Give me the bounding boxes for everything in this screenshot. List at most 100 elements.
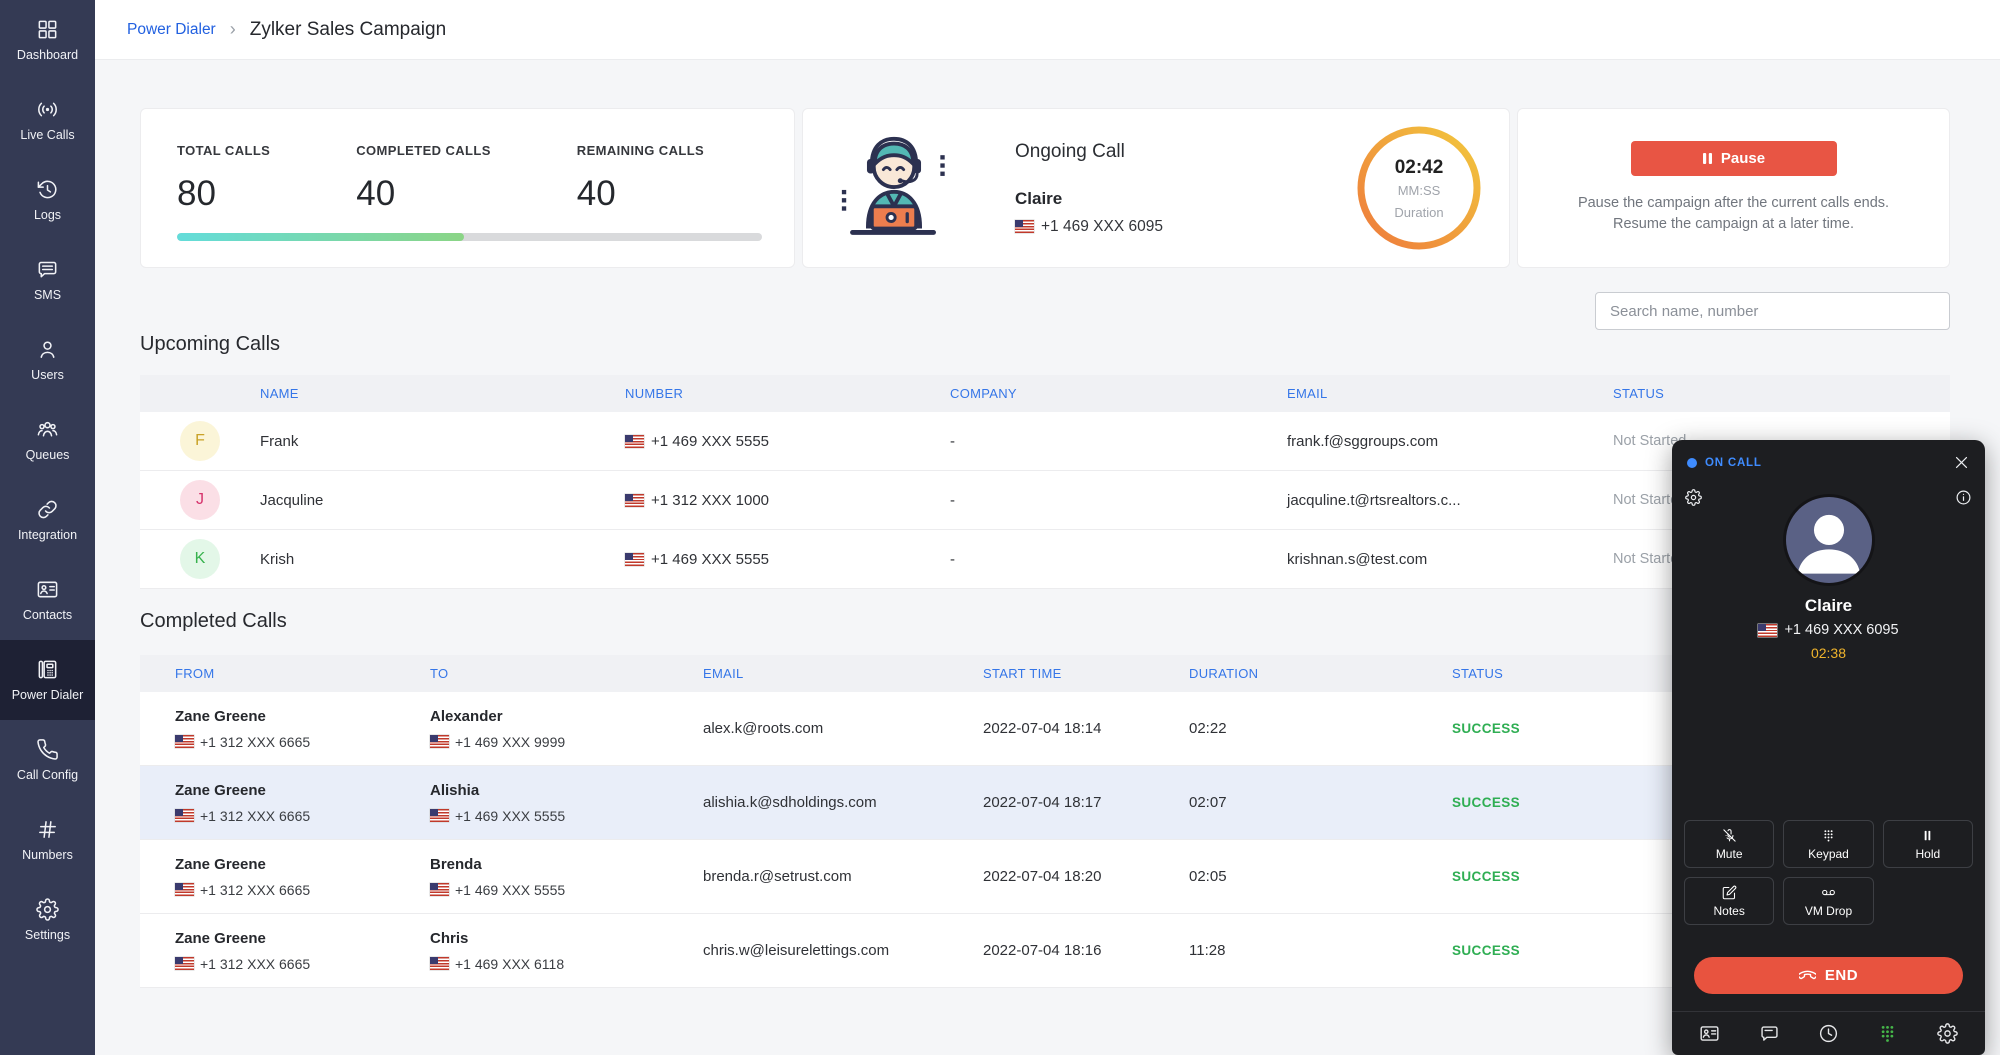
hold-label: Hold: [1915, 847, 1940, 861]
gear-icon[interactable]: [1937, 1023, 1958, 1044]
contact-number: +1 312 XXX 1000: [625, 492, 950, 509]
to-party: Alexander +1 469 XXX 9999: [430, 708, 703, 750]
call-duration: 02:22: [1189, 720, 1452, 737]
end-call-label: END: [1825, 967, 1858, 984]
stat-label: COMPLETED CALLS: [356, 143, 491, 158]
keypad-button[interactable]: Keypad: [1783, 820, 1873, 868]
completed-calls-title: Completed Calls: [140, 610, 287, 633]
contact-card-icon[interactable]: [1699, 1023, 1720, 1044]
call-widget: ON CALL Claire +1 469 XXX 6095 02:38 Mut…: [1672, 440, 1985, 1055]
from-name: Zane Greene: [175, 708, 430, 725]
from-name: Zane Greene: [175, 930, 430, 947]
contact-company: -: [950, 433, 1287, 450]
column-header-email: EMAIL: [703, 666, 983, 681]
history-icon: [36, 178, 59, 201]
ongoing-call-name: Claire: [1015, 189, 1163, 209]
stat-total-calls: TOTAL CALLS 80: [177, 143, 270, 214]
column-header-name: NAME: [260, 386, 625, 401]
close-icon[interactable]: [1953, 454, 1970, 471]
sidebar-item-label: Power Dialer: [12, 688, 84, 702]
sidebar-item-label: Dashboard: [17, 48, 78, 62]
contact-name: Krish: [260, 551, 625, 568]
sidebar-item-label: SMS: [34, 288, 61, 302]
pause-campaign-card: Pause Pause the campaign after the curre…: [1517, 108, 1950, 268]
avatar: J: [180, 480, 220, 520]
sidebar-item-settings[interactable]: Settings: [0, 880, 95, 960]
avatar: F: [180, 421, 220, 461]
sidebar-item-label: Call Config: [17, 768, 78, 782]
to-number: +1 469 XXX 6118: [430, 956, 703, 972]
notes-button[interactable]: Notes: [1684, 877, 1774, 925]
campaign-progress-fill: [177, 233, 464, 241]
sidebar-item-contacts[interactable]: Contacts: [0, 560, 95, 640]
sidebar-item-live-calls[interactable]: Live Calls: [0, 80, 95, 160]
pause-button-label: Pause: [1721, 150, 1765, 167]
widget-settings-icon[interactable]: [1685, 489, 1702, 506]
vm-drop-button[interactable]: VM Drop: [1783, 877, 1873, 925]
sidebar-item-numbers[interactable]: Numbers: [0, 800, 95, 880]
sidebar-item-call-config[interactable]: Call Config: [0, 720, 95, 800]
caller-number-row: +1 469 XXX 6095: [1672, 622, 1985, 638]
stat-value: 40: [356, 174, 491, 214]
pause-button[interactable]: Pause: [1631, 141, 1837, 176]
contact-email: frank.f@sggroups.com: [1287, 433, 1613, 450]
call-duration-label: Duration: [1394, 205, 1443, 220]
us-flag-icon: [625, 494, 644, 507]
sidebar-item-queues[interactable]: Queues: [0, 400, 95, 480]
end-call-button[interactable]: END: [1694, 957, 1963, 994]
call-duration: 02:05: [1189, 868, 1452, 885]
chevron-right-icon: ›: [230, 19, 236, 40]
from-number: +1 312 XXX 6665: [175, 956, 430, 972]
us-flag-icon: [175, 809, 194, 822]
info-icon[interactable]: [1955, 489, 1972, 506]
dialpad-icon[interactable]: [1877, 1023, 1898, 1044]
sidebar-item-integration[interactable]: Integration: [0, 480, 95, 560]
pause-description-line1: Pause the campaign after the current cal…: [1578, 193, 1889, 214]
search-input[interactable]: [1595, 292, 1950, 330]
keypad-label: Keypad: [1808, 847, 1849, 861]
agent-illustration: [831, 132, 957, 244]
us-flag-icon: [1015, 220, 1034, 233]
search-box: [1595, 292, 1950, 330]
clock-icon[interactable]: [1818, 1023, 1839, 1044]
chat-icon[interactable]: [1759, 1023, 1780, 1044]
sidebar-item-sms[interactable]: SMS: [0, 240, 95, 320]
campaign-stats-card: TOTAL CALLS 80 COMPLETED CALLS 40 REMAIN…: [140, 108, 795, 268]
caller-number: +1 469 XXX 6095: [1784, 622, 1898, 638]
hold-icon: [1920, 828, 1935, 843]
call-email: alishia.k@sdholdings.com: [703, 794, 983, 811]
column-header-company: COMPANY: [950, 386, 1287, 401]
to-number: +1 469 XXX 5555: [430, 882, 703, 898]
contact-email: krishnan.s@test.com: [1287, 551, 1613, 568]
to-name: Brenda: [430, 856, 703, 873]
us-flag-icon: [175, 957, 194, 970]
gear-icon: [36, 898, 59, 921]
upcoming-table-header: NAME NUMBER COMPANY EMAIL STATUS: [140, 375, 1950, 412]
to-name: Alexander: [430, 708, 703, 725]
contact-name: Frank: [260, 433, 625, 450]
chat-icon: [36, 258, 59, 281]
sidebar-item-logs[interactable]: Logs: [0, 160, 95, 240]
sidebar-item-dashboard[interactable]: Dashboard: [0, 0, 95, 80]
sidebar-item-label: Live Calls: [20, 128, 74, 142]
stat-value: 80: [177, 174, 270, 214]
mute-button[interactable]: Mute: [1684, 820, 1774, 868]
breadcrumb-parent-link[interactable]: Power Dialer: [127, 21, 216, 39]
group-icon: [36, 418, 59, 441]
voicemail-icon: [1821, 885, 1836, 900]
column-header-to: TO: [430, 666, 703, 681]
avatar: K: [180, 539, 220, 579]
to-party: Brenda +1 469 XXX 5555: [430, 856, 703, 898]
sidebar-item-power-dialer[interactable]: Power Dialer: [0, 640, 95, 720]
to-name: Chris: [430, 930, 703, 947]
hold-button[interactable]: Hold: [1883, 820, 1973, 868]
sidebar-item-label: Integration: [18, 528, 77, 542]
call-elapsed-time: 02:38: [1672, 645, 1985, 661]
us-flag-icon: [430, 735, 449, 748]
call-duration-value: 02:42: [1395, 157, 1444, 179]
vm-drop-label: VM Drop: [1805, 904, 1852, 918]
us-flag-icon: [625, 435, 644, 448]
from-party: Zane Greene +1 312 XXX 6665: [140, 782, 430, 824]
sidebar-item-users[interactable]: Users: [0, 320, 95, 400]
us-flag-icon: [1758, 624, 1777, 637]
